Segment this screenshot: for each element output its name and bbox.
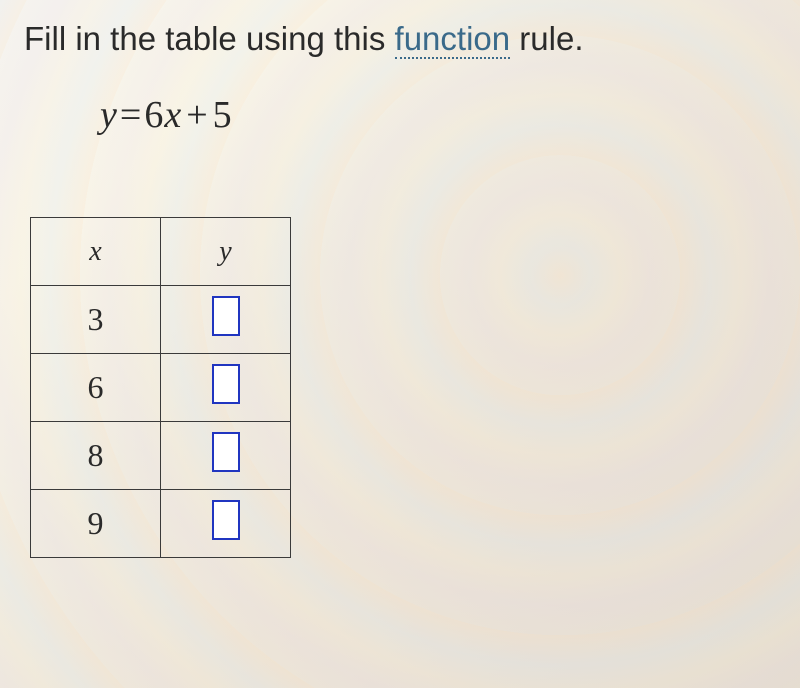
eq-lhs-var: y <box>100 94 118 136</box>
table-row: 8 <box>31 422 291 490</box>
instruction-suffix: rule. <box>510 20 583 57</box>
equation: y=6x+5 <box>100 93 780 137</box>
cell-y <box>161 286 291 354</box>
table-header-row: x y <box>31 218 291 286</box>
cell-y <box>161 354 291 422</box>
function-table: x y 3 6 8 <box>30 217 291 558</box>
cell-y <box>161 490 291 558</box>
answer-input[interactable] <box>212 432 240 472</box>
answer-input[interactable] <box>212 500 240 540</box>
header-x: x <box>31 218 161 286</box>
instruction-prefix: Fill in the table using this <box>24 20 395 57</box>
table-row: 6 <box>31 354 291 422</box>
cell-x: 8 <box>31 422 161 490</box>
eq-rhs-var: x <box>164 94 182 136</box>
answer-input[interactable] <box>212 296 240 336</box>
cell-x: 6 <box>31 354 161 422</box>
table-row: 9 <box>31 490 291 558</box>
header-y: y <box>161 218 291 286</box>
cell-y <box>161 422 291 490</box>
cell-x: 3 <box>31 286 161 354</box>
eq-plus: + <box>186 94 208 136</box>
eq-coeff: 6 <box>144 94 164 136</box>
eq-constant: 5 <box>213 94 233 136</box>
eq-equals: = <box>120 94 142 136</box>
function-link[interactable]: function <box>395 20 511 59</box>
instruction-text: Fill in the table using this function ru… <box>20 20 780 58</box>
table-row: 3 <box>31 286 291 354</box>
cell-x: 9 <box>31 490 161 558</box>
answer-input[interactable] <box>212 364 240 404</box>
